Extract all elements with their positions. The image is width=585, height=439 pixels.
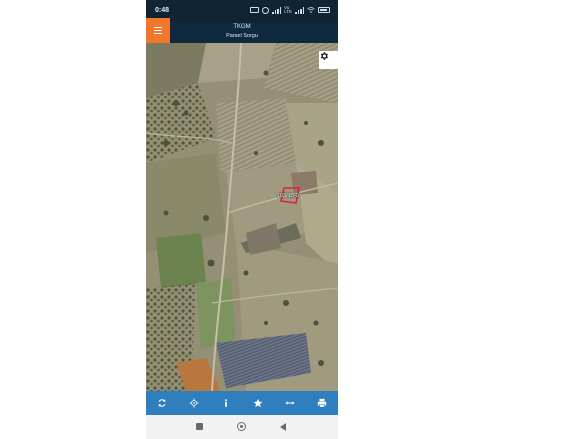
bottom-toolbar xyxy=(146,391,338,415)
map-imagery xyxy=(146,43,338,391)
navigation-icon xyxy=(262,6,270,14)
measure-button[interactable] xyxy=(282,395,298,411)
crosshair-icon xyxy=(189,398,199,408)
wifi-icon xyxy=(307,7,315,13)
map-settings-button[interactable] xyxy=(319,51,338,69)
status-time: 0:48 xyxy=(155,7,170,14)
satellite-map[interactable]: 103/13-0 xyxy=(146,43,338,391)
status-bar: 0:48 Vo LTE xyxy=(146,0,338,23)
home-icon[interactable] xyxy=(237,422,246,431)
star-icon xyxy=(253,398,263,408)
recents-icon[interactable] xyxy=(196,423,203,430)
refresh-icon xyxy=(158,399,166,407)
status-icons: Vo LTE xyxy=(250,5,330,14)
favorite-button[interactable] xyxy=(250,395,266,411)
signal-icon xyxy=(295,6,304,14)
battery-icon xyxy=(318,7,330,13)
print-icon xyxy=(317,398,327,408)
lte-icon: Vo LTE xyxy=(284,5,292,14)
phone-screen: 0:48 Vo LTE TKGM Parsel Sorgu 103/13-0 xyxy=(146,0,338,439)
signal-icon xyxy=(272,6,282,14)
menu-button[interactable] xyxy=(146,18,170,43)
app-subtitle: Parsel Sorgu xyxy=(226,33,258,39)
gear-icon xyxy=(320,52,328,60)
info-button[interactable] xyxy=(218,395,234,411)
app-bar: TKGM Parsel Sorgu xyxy=(146,18,338,43)
print-button[interactable] xyxy=(314,395,330,411)
screen-record-icon xyxy=(250,7,260,13)
info-icon xyxy=(225,399,227,407)
app-title: TKGM xyxy=(233,24,251,30)
system-nav-bar xyxy=(146,415,338,439)
refresh-button[interactable] xyxy=(154,395,170,411)
back-icon[interactable] xyxy=(280,423,286,431)
parcel-label: 103/13-0 xyxy=(277,193,299,199)
measure-icon xyxy=(285,401,295,405)
locate-button[interactable] xyxy=(186,395,202,411)
